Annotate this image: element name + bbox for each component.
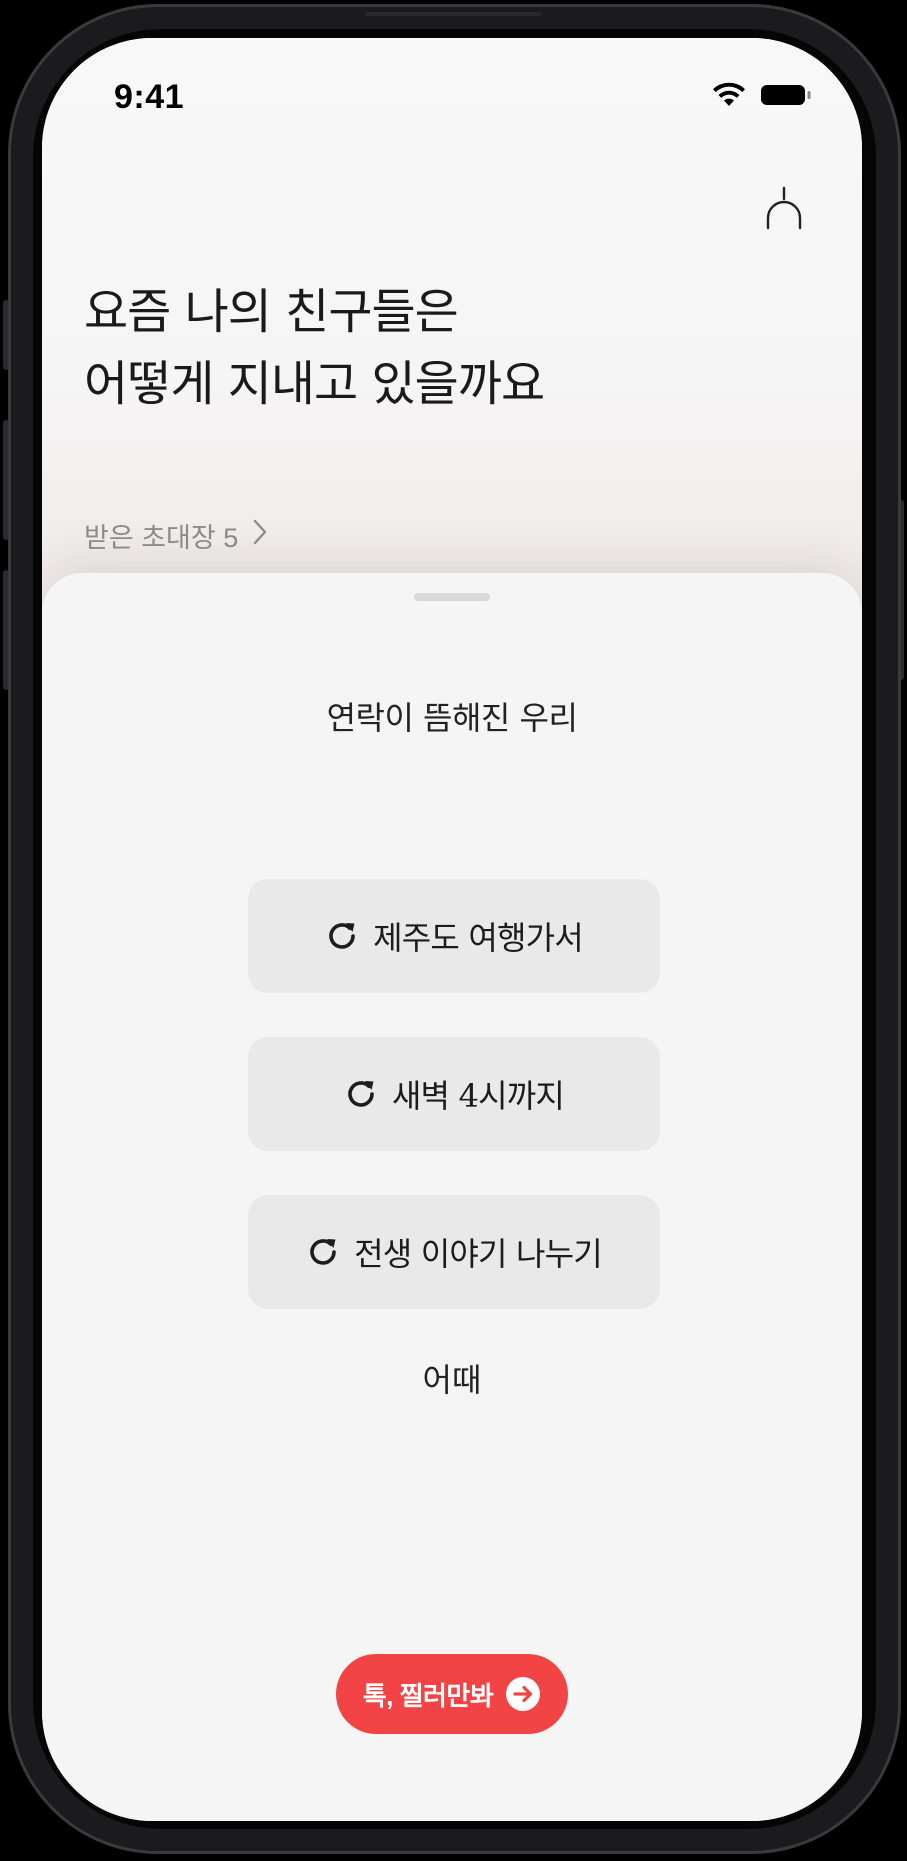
- sheet-title: 연락이 뜸해진 우리: [326, 699, 578, 737]
- topic-label: 새벽 4시까지: [391, 1077, 565, 1115]
- headline-line-1: 요즘 나의 친구들은: [84, 284, 459, 340]
- battery-icon: [760, 83, 812, 107]
- sheet-grabber-handle[interactable]: [414, 593, 490, 601]
- refresh-icon: [310, 1239, 336, 1265]
- headline-line-2: 어떻게 지내고 있을까요: [84, 356, 545, 412]
- topic-button-2[interactable]: 새벽 4시까지: [248, 1037, 660, 1151]
- topic-button-1[interactable]: 제주도 여행가서: [248, 879, 660, 993]
- speaker-line: [365, 12, 541, 16]
- app-screen: 9:41 요즘 나의 친구들은 어떻게 지내고 있을까요 받은 초대장 5 연락…: [42, 38, 862, 1821]
- page-title: 요즘 나의 친구들은 어떻게 지내고 있을까요: [84, 276, 545, 420]
- refresh-icon: [329, 923, 355, 949]
- wifi-icon: [712, 82, 746, 108]
- invites-label: 받은 초대장 5: [84, 523, 239, 553]
- sheet-footer-text: 어때: [422, 1361, 482, 1399]
- arrow-right-circle-icon: [506, 1677, 541, 1711]
- status-icons: [712, 82, 812, 108]
- chevron-right-icon: [252, 518, 268, 553]
- status-time: 9:41: [114, 78, 185, 116]
- bottom-sheet: 연락이 뜸해진 우리 제주도 여행가서 새벽 4시까지 전생 이야기 나누기 어…: [42, 573, 862, 1821]
- poke-button[interactable]: 톡, 찔러만봐: [336, 1654, 568, 1734]
- topic-button-3[interactable]: 전생 이야기 나누기: [248, 1195, 660, 1309]
- topic-label: 제주도 여행가서: [373, 919, 584, 957]
- header-area: 9:41 요즘 나의 친구들은 어떻게 지내고 있을까요 받은 초대장 5: [42, 38, 862, 638]
- received-invites-link[interactable]: 받은 초대장 5: [84, 516, 268, 555]
- bell-icon[interactable]: [760, 184, 808, 232]
- poke-button-label: 톡, 찔러만봐: [362, 1680, 494, 1711]
- refresh-icon: [348, 1081, 374, 1107]
- phone-device: 9:41 요즘 나의 친구들은 어떻게 지내고 있을까요 받은 초대장 5 연락…: [0, 0, 907, 1861]
- topic-label: 전생 이야기 나누기: [354, 1235, 603, 1273]
